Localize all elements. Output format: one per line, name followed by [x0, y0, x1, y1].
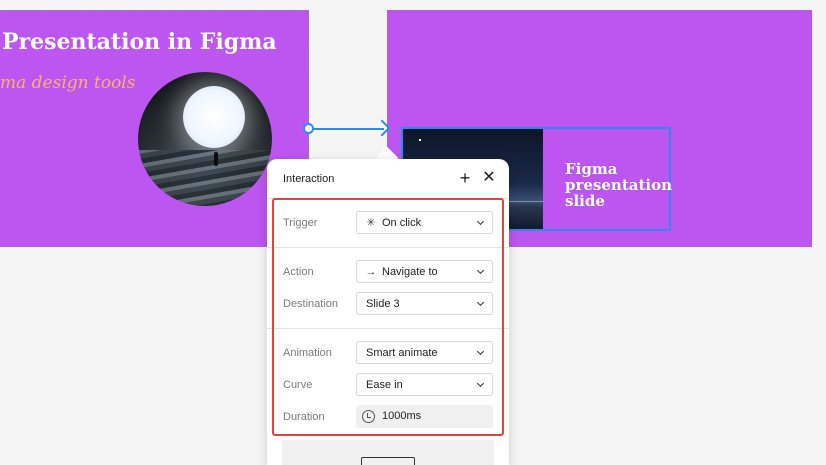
slide-caption: Figma presentation slide	[565, 160, 673, 210]
moon-shape	[183, 86, 245, 148]
close-icon[interactable]: ✕	[481, 169, 497, 187]
star-shape	[419, 139, 421, 141]
device-preview-icon	[361, 457, 415, 465]
panel-title: Interaction	[283, 173, 335, 185]
slide-frame-left[interactable]: Presentation in Figma ma design tools	[0, 10, 309, 247]
connector-handle[interactable]	[303, 123, 314, 134]
panel-header: Interaction + ✕	[267, 159, 509, 199]
slide-subtitle: ma design tools	[0, 73, 136, 93]
moon-image[interactable]	[138, 72, 272, 206]
sea-shape	[138, 150, 272, 206]
person-silhouette	[214, 152, 218, 166]
plus-icon[interactable]: +	[457, 169, 473, 187]
highlight-annotation	[272, 198, 504, 436]
slide-title: Presentation in Figma	[2, 29, 277, 55]
